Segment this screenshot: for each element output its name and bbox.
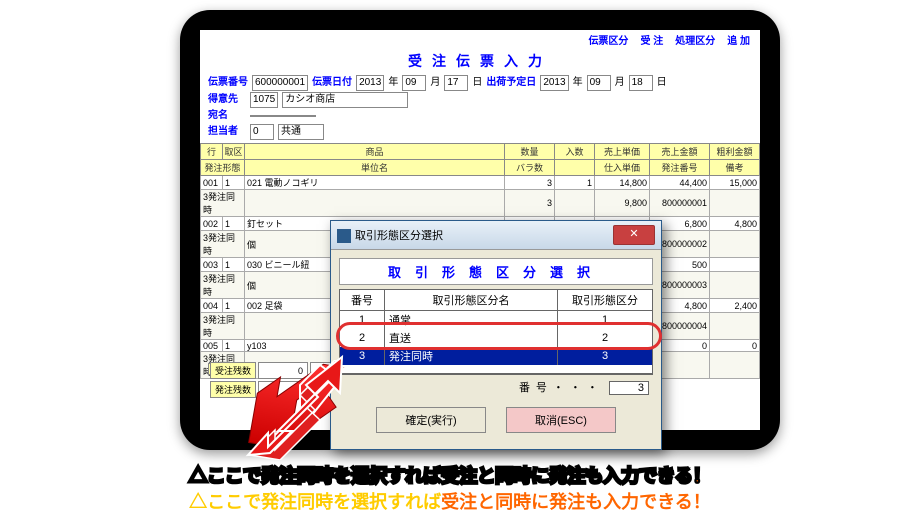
caption-text: △ここで発注同時を選択すれば受注と同時に発注も入力できる！ △ここで発注同時を選… (0, 462, 900, 488)
dest-input[interactable] (250, 115, 316, 117)
grid-header-1: 行取区商品数量入数売上単価売上金額粗利金額 (201, 144, 760, 160)
cancel-button[interactable]: 取消(ESC) (506, 407, 616, 433)
grid-header-2: 発注形態単位名バラ数仕入単価発注番号備考 (201, 160, 760, 176)
slip-class-label: 伝票区分 (584, 32, 632, 47)
list-item: 2直送2 (340, 329, 653, 347)
slip-date-d[interactable]: 17 (444, 75, 468, 91)
rep-label: 担当者 (208, 125, 246, 139)
customer-label: 得意先 (208, 93, 246, 107)
rep-code[interactable]: 0 (250, 124, 274, 140)
ship-date-d[interactable]: 18 (629, 75, 653, 91)
order-remain-label: 受注残数 (210, 362, 256, 379)
dialog-titlebar[interactable]: 取引形態区分選択 ✕ (331, 221, 661, 250)
slip-date-label: 伝票日付 (312, 76, 352, 90)
app-icon (337, 229, 351, 243)
trade-type-dialog: 取引形態区分選択 ✕ 取引形態区分選択 番号取引形態区分名取引形態区分 1通常1… (330, 220, 662, 450)
slip-no-input[interactable]: 600000001 (252, 75, 308, 91)
slip-class-value[interactable]: 受 注 (636, 32, 667, 47)
list-item: 1通常1 (340, 311, 653, 330)
slip-date-m[interactable]: 09 (402, 75, 426, 91)
ship-date-label: 出荷予定日 (486, 76, 536, 90)
top-toolbar: 伝票区分 受 注 処理区分 追 加 (200, 30, 760, 49)
header-fields: 伝票番号 600000001 伝票日付 2013年09月17日 出荷予定日 20… (200, 73, 760, 143)
ship-date-y[interactable]: 2013 (540, 75, 568, 91)
po-remain-1: 0 (258, 381, 308, 398)
confirm-button[interactable]: 確定(実行) (376, 407, 486, 433)
ship-date-m[interactable]: 09 (587, 75, 611, 91)
order-remain-1: 0 (258, 362, 308, 379)
dialog-list[interactable]: 番号取引形態区分名取引形態区分 1通常1 2直送2 3発注同時3 (339, 289, 653, 374)
slip-no-label: 伝票番号 (208, 76, 248, 90)
customer-name[interactable]: カシオ商店 (282, 92, 408, 108)
number-label: 番号・・・ (519, 382, 604, 394)
table-row-sub[interactable]: 3発注同時39,800800000001 (201, 190, 760, 217)
table-row[interactable]: 0011021 電動ノコギリ3114,80044,40015,000 (201, 176, 760, 190)
page-title: 受注伝票入力 (200, 49, 760, 73)
customer-code[interactable]: 1075 (250, 92, 278, 108)
list-item-selected: 3発注同時3 (340, 347, 653, 365)
close-icon[interactable]: ✕ (613, 225, 655, 245)
proc-class-value[interactable]: 追 加 (723, 32, 754, 47)
po-remain-label: 発注残数 (210, 381, 256, 398)
slip-date-y[interactable]: 2013 (356, 75, 384, 91)
dialog-footer: 番号・・・ 3 (339, 374, 653, 399)
dest-label: 宛名 (208, 109, 246, 123)
number-input[interactable]: 3 (609, 381, 649, 395)
proc-class-label: 処理区分 (671, 32, 719, 47)
dialog-heading: 取引形態区分選択 (339, 258, 653, 285)
rep-name: 共通 (278, 124, 324, 140)
dialog-window-title: 取引形態区分選択 (355, 230, 443, 242)
